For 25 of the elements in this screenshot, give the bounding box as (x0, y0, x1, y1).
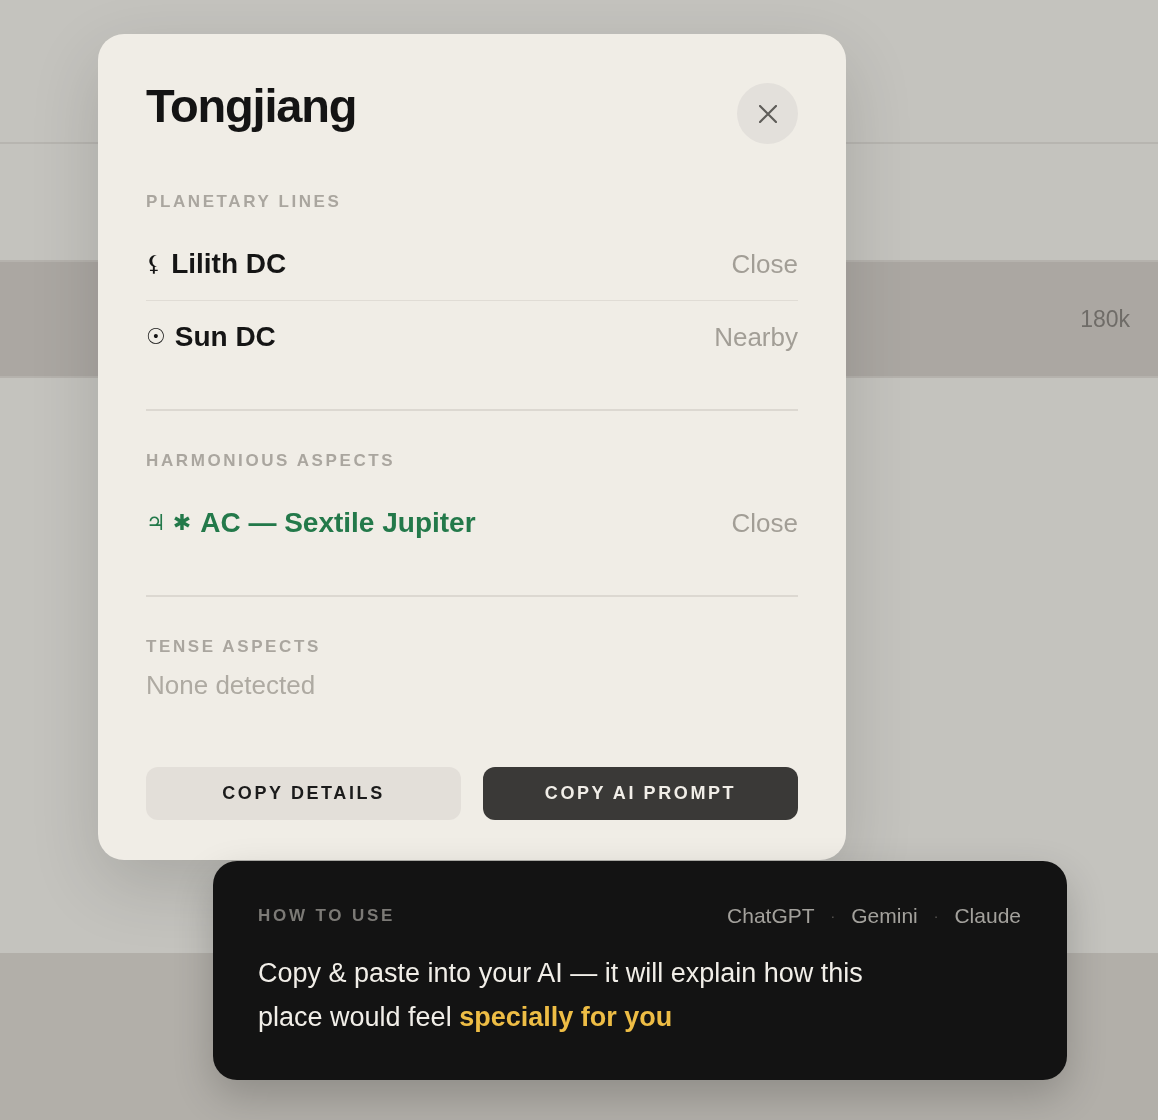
row-value: 180k (1080, 305, 1130, 333)
separator-dot: · (830, 907, 836, 926)
line-name: AC — Sextile Jupiter (200, 506, 476, 540)
planet-symbol: ♃ ✱ (146, 509, 192, 537)
empty-text: None detected (146, 669, 317, 701)
separator-dot: · (933, 907, 939, 926)
planet-symbol: ☉ (146, 323, 166, 351)
copy-button[interactable]: COPY DETAILS (146, 767, 461, 820)
proximity-label: Close (731, 507, 798, 540)
line-name: Sun DC (174, 320, 276, 354)
close-icon (758, 104, 777, 123)
tooltip-message: Copy & paste into your AI — it will explain how this place would feel specially for you (258, 957, 864, 1034)
section-heading: PLANETARY LINES (146, 192, 343, 212)
ai-name: ChatGPT (727, 904, 815, 928)
copy-button[interactable]: COPY AI PROMPT (483, 767, 798, 820)
proximity-label: Close (731, 248, 798, 281)
proximity-label: Nearby (714, 321, 798, 354)
section-heading: HARMONIOUS ASPECTS (146, 451, 397, 471)
tooltip-heading: HOW TO USE (258, 906, 396, 926)
planet-symbol: ⚸ (146, 250, 163, 278)
place-title: Tongjiang (146, 80, 357, 131)
section-heading: TENSE ASPECTS (146, 637, 322, 657)
line-name: Lilith DC (171, 247, 287, 281)
ai-name: Gemini (851, 904, 918, 928)
ai-name: Claude (954, 904, 1021, 928)
